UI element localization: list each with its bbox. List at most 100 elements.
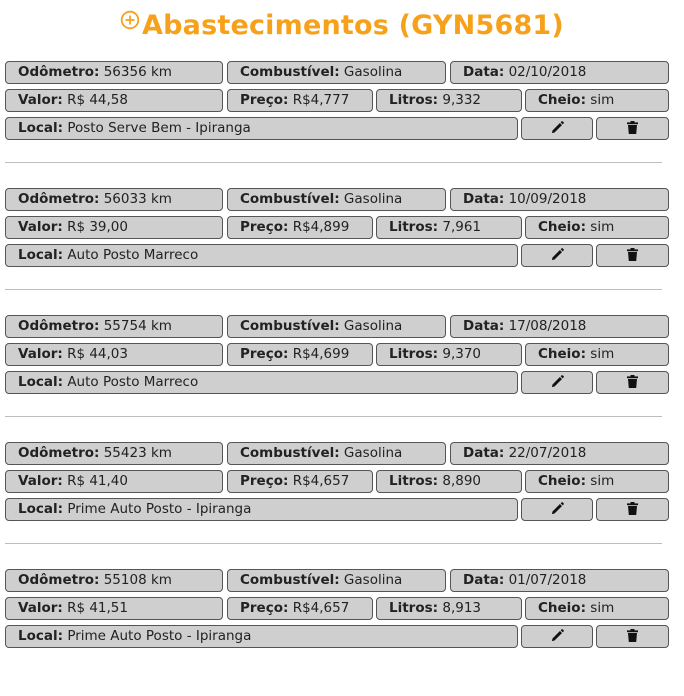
- odometer-label: Odômetro:: [18, 572, 100, 588]
- full-tank-field: Cheio: sim: [525, 597, 669, 620]
- pencil-icon: [551, 373, 564, 392]
- full-tank-field: Cheio: sim: [525, 470, 669, 493]
- delete-button[interactable]: [596, 625, 669, 648]
- location-field: Local: Prime Auto Posto - Ipiranga: [5, 498, 518, 521]
- liters-field: Litros: 9,370: [376, 343, 522, 366]
- date-field: Data: 17/08/2018: [450, 315, 669, 338]
- delete-button[interactable]: [596, 117, 669, 140]
- liters-value: 7,961: [442, 219, 482, 235]
- odometer-field: Odômetro: 56033 km: [5, 188, 223, 211]
- value-field: Valor: R$ 39,00: [5, 216, 223, 239]
- location-value: Prime Auto Posto - Ipiranga: [67, 628, 252, 644]
- liters-label: Litros:: [389, 346, 439, 362]
- trash-icon: [627, 627, 638, 646]
- price-label: Preço:: [240, 473, 289, 489]
- odometer-value: 55423 km: [103, 445, 172, 461]
- full-tank-label: Cheio:: [538, 346, 586, 362]
- odometer-value: 56356 km: [103, 64, 172, 80]
- edit-button[interactable]: [521, 625, 593, 648]
- date-label: Data:: [463, 318, 505, 334]
- fuel-type-label: Combustível:: [240, 572, 340, 588]
- fuel-type-field: Combustível: Gasolina: [227, 188, 446, 211]
- fuel-type-value: Gasolina: [343, 318, 403, 334]
- plus-circle-icon[interactable]: [120, 6, 140, 37]
- edit-button[interactable]: [521, 498, 593, 521]
- edit-button[interactable]: [521, 244, 593, 267]
- price-label: Preço:: [240, 92, 289, 108]
- delete-button[interactable]: [596, 244, 669, 267]
- full-tank-field: Cheio: sim: [525, 343, 669, 366]
- full-tank-value: sim: [590, 600, 615, 616]
- full-tank-field: Cheio: sim: [525, 89, 669, 112]
- price-field: Preço: R$4,657: [227, 470, 373, 493]
- location-label: Local:: [18, 247, 64, 263]
- fuel-entry: Odômetro: 56033 km Combustível: Gasolina…: [0, 188, 684, 315]
- fuel-type-value: Gasolina: [343, 572, 403, 588]
- price-label: Preço:: [240, 600, 289, 616]
- value-field: Valor: R$ 41,40: [5, 470, 223, 493]
- price-field: Preço: R$4,899: [227, 216, 373, 239]
- fuel-type-value: Gasolina: [343, 64, 403, 80]
- full-tank-label: Cheio:: [538, 92, 586, 108]
- liters-value: 8,913: [442, 600, 482, 616]
- entry-divider: [5, 162, 662, 163]
- entry-divider: [5, 416, 662, 417]
- edit-button[interactable]: [521, 117, 593, 140]
- page-title: Abastecimentos (GYN5681): [0, 6, 684, 41]
- page-title-text: Abastecimentos (GYN5681): [142, 10, 564, 41]
- value-label: Valor:: [18, 600, 63, 616]
- date-value: 17/08/2018: [508, 318, 587, 334]
- full-tank-value: sim: [590, 92, 615, 108]
- location-label: Local:: [18, 120, 64, 136]
- fuel-type-label: Combustível:: [240, 318, 340, 334]
- trash-icon: [627, 373, 638, 392]
- pencil-icon: [551, 246, 564, 265]
- liters-label: Litros:: [389, 473, 439, 489]
- fuel-entry: Odômetro: 56356 km Combustível: Gasolina…: [0, 61, 684, 188]
- value-value: R$ 44,03: [67, 346, 128, 362]
- date-value: 01/07/2018: [508, 572, 587, 588]
- value-label: Valor:: [18, 473, 63, 489]
- price-value: R$4,899: [292, 219, 350, 235]
- odometer-label: Odômetro:: [18, 64, 100, 80]
- liters-label: Litros:: [389, 600, 439, 616]
- trash-icon: [627, 246, 638, 265]
- fuel-type-label: Combustível:: [240, 64, 340, 80]
- date-field: Data: 01/07/2018: [450, 569, 669, 592]
- trash-icon: [627, 500, 638, 519]
- trash-icon: [627, 119, 638, 138]
- odometer-value: 56033 km: [103, 191, 172, 207]
- liters-field: Litros: 7,961: [376, 216, 522, 239]
- price-value: R$4,777: [292, 92, 350, 108]
- fuel-entry: Odômetro: 55108 km Combustível: Gasolina…: [0, 569, 684, 696]
- date-field: Data: 02/10/2018: [450, 61, 669, 84]
- liters-value: 9,370: [442, 346, 482, 362]
- odometer-field: Odômetro: 55754 km: [5, 315, 223, 338]
- liters-value: 8,890: [442, 473, 482, 489]
- entry-divider: [5, 543, 662, 544]
- full-tank-label: Cheio:: [538, 219, 586, 235]
- price-field: Preço: R$4,657: [227, 597, 373, 620]
- delete-button[interactable]: [596, 371, 669, 394]
- fuel-type-value: Gasolina: [343, 191, 403, 207]
- location-value: Posto Serve Bem - Ipiranga: [67, 120, 251, 136]
- date-value: 22/07/2018: [508, 445, 587, 461]
- odometer-field: Odômetro: 55108 km: [5, 569, 223, 592]
- price-field: Preço: R$4,699: [227, 343, 373, 366]
- edit-button[interactable]: [521, 371, 593, 394]
- delete-button[interactable]: [596, 498, 669, 521]
- fuel-entry: Odômetro: 55423 km Combustível: Gasolina…: [0, 442, 684, 569]
- odometer-field: Odômetro: 55423 km: [5, 442, 223, 465]
- value-value: R$ 41,51: [67, 600, 128, 616]
- value-label: Valor:: [18, 92, 63, 108]
- value-value: R$ 44,58: [67, 92, 128, 108]
- full-tank-value: sim: [590, 219, 615, 235]
- date-value: 10/09/2018: [508, 191, 587, 207]
- value-field: Valor: R$ 44,03: [5, 343, 223, 366]
- odometer-label: Odômetro:: [18, 445, 100, 461]
- date-label: Data:: [463, 64, 505, 80]
- date-field: Data: 10/09/2018: [450, 188, 669, 211]
- value-label: Valor:: [18, 346, 63, 362]
- fuel-type-label: Combustível:: [240, 445, 340, 461]
- odometer-label: Odômetro:: [18, 318, 100, 334]
